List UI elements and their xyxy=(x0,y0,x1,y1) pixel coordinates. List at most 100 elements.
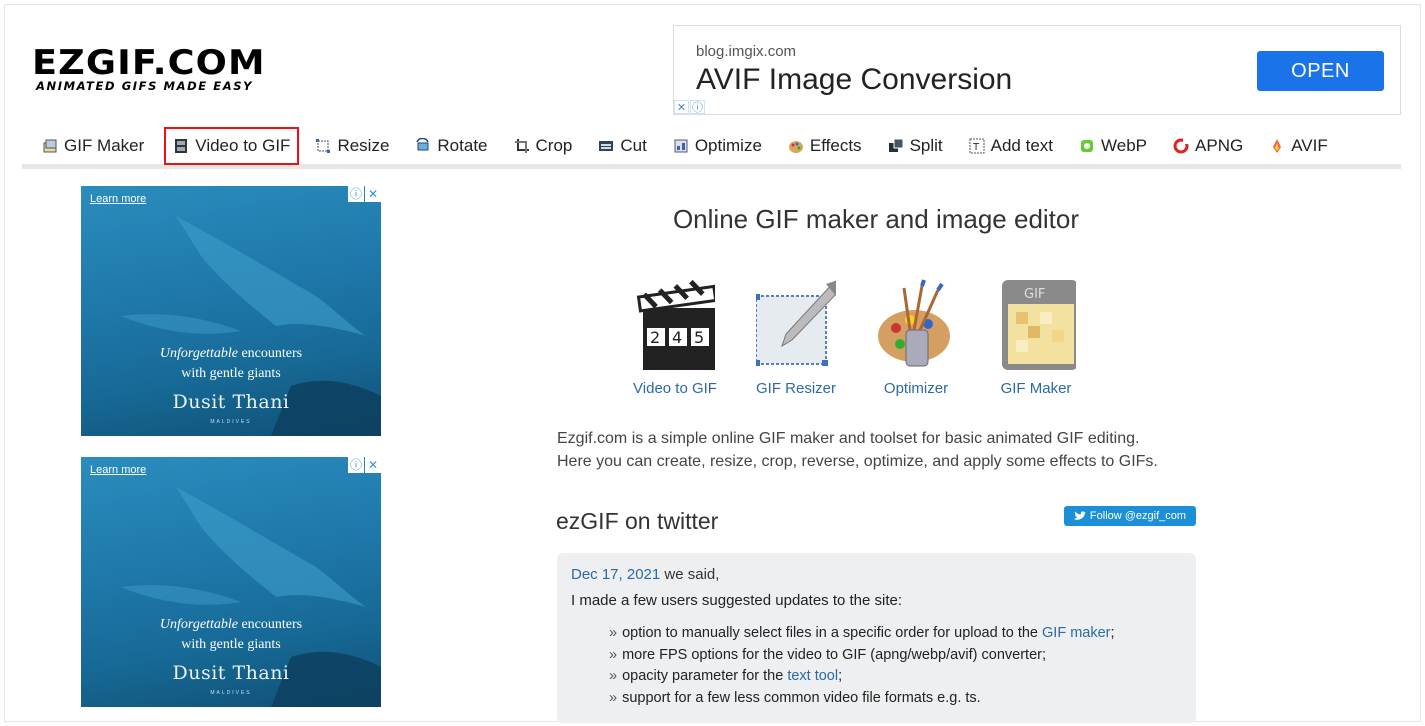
list-item: » opacity parameter for the text tool; xyxy=(609,666,1115,688)
info-icon[interactable]: ⓘ xyxy=(690,100,705,114)
nav-item-add-text[interactable]: T Add text xyxy=(967,127,1063,165)
nav-label: GIF Maker xyxy=(64,135,145,155)
ad-tagline-em: Unforgettable xyxy=(159,617,238,632)
nav-item-avif[interactable]: AVIF xyxy=(1267,127,1338,165)
nav-label: Optimize xyxy=(694,135,762,155)
list-item: » option to manually select files in a sp… xyxy=(609,623,1115,645)
ad-tagline-2: with gentle giants xyxy=(181,637,281,652)
ad-tagline-rest: encounters xyxy=(237,346,303,361)
gif-stack-icon: GIF xyxy=(1002,280,1076,370)
nav-label: Split xyxy=(909,135,943,155)
follow-label: Follow @ezgif_com xyxy=(1089,510,1187,522)
tweet-body: I made a few users suggested updates to … xyxy=(571,592,903,609)
tweet-card: Dec 17, 2021 we said, I made a few users… xyxy=(557,553,1196,723)
tool-label[interactable]: Optimizer xyxy=(861,380,971,397)
svg-text:T: T xyxy=(972,142,980,153)
nav-item-gif-maker[interactable]: GIF Maker xyxy=(40,127,154,165)
gif-maker-link[interactable]: GIF maker xyxy=(1042,625,1110,641)
learn-more-link[interactable]: Learn more xyxy=(90,193,146,205)
avif-icon xyxy=(1269,138,1285,154)
twitter-heading: ezGIF on twitter xyxy=(556,508,719,534)
intro-line-1: Ezgif.com is a simple online GIF maker a… xyxy=(557,430,1140,447)
twitter-follow-button[interactable]: Follow @ezgif_com xyxy=(1064,506,1196,526)
ad-brand: Dusit Thani xyxy=(172,662,290,684)
tool-label[interactable]: GIF Resizer xyxy=(741,380,851,397)
ad-brand-sub: MALDIVES xyxy=(210,419,252,425)
film-icon xyxy=(173,138,189,154)
ad-title[interactable]: AVIF Image Conversion xyxy=(696,63,1012,97)
page-title: Online GIF maker and image editor xyxy=(672,204,1080,234)
list-text-end: ; xyxy=(1110,625,1115,641)
list-item: » support for a few less common video fil… xyxy=(609,688,1115,710)
rotate-icon xyxy=(415,137,431,154)
tool-label[interactable]: Video to GIF xyxy=(620,380,730,397)
text-tool-link[interactable]: text tool xyxy=(787,668,838,684)
list-text: option to manually select files in a spe… xyxy=(622,625,1043,641)
close-icon[interactable]: ✕ xyxy=(674,100,689,114)
ad-open-button[interactable]: OPEN xyxy=(1257,51,1384,91)
svg-text:GIF: GIF xyxy=(1024,287,1045,302)
bullet-icon: » xyxy=(609,689,618,706)
nav-item-crop[interactable]: Crop xyxy=(512,127,583,165)
tweet-header: Dec 17, 2021 we said, xyxy=(571,566,719,583)
ad-tagline-2: with gentle giants xyxy=(181,366,281,381)
top-banner-ad[interactable]: blog.imgix.com AVIF Image Conversion OPE… xyxy=(673,25,1401,115)
resizer-icon xyxy=(756,280,836,366)
nav-item-webp[interactable]: WebP xyxy=(1077,127,1157,165)
nav-label: WebP xyxy=(1101,135,1148,155)
nav-label: Video to GIF xyxy=(195,135,291,155)
apng-icon xyxy=(1173,138,1189,154)
bullet-icon: » xyxy=(609,668,618,684)
list-text: support for a few less common video file… xyxy=(622,689,981,706)
info-icon[interactable]: ⓘ xyxy=(348,186,364,202)
svg-text:5: 5 xyxy=(694,328,704,347)
close-icon[interactable]: ✕ xyxy=(365,186,381,202)
nav-item-resize[interactable]: Resize xyxy=(313,127,399,165)
nav-label: APNG xyxy=(1195,135,1244,155)
nav-label: Resize xyxy=(337,135,390,155)
ad-brand: Dusit Thani xyxy=(172,391,290,413)
close-icon[interactable]: ✕ xyxy=(365,457,381,473)
nav-label: Cut xyxy=(620,135,647,155)
tool-grid: 2 4 5 Video to GIF GIF Resizer Optimizer… xyxy=(620,276,1100,401)
twitter-bird-icon xyxy=(1073,511,1086,520)
nav-item-cut[interactable]: Cut xyxy=(596,127,656,165)
webp-icon xyxy=(1079,138,1095,154)
nav-item-optimize[interactable]: Optimize xyxy=(671,127,772,165)
crop-icon xyxy=(514,138,530,154)
info-icon[interactable]: ⓘ xyxy=(348,457,364,473)
ad-tagline-1: Unforgettable encounters xyxy=(81,617,381,633)
optimize-icon xyxy=(673,138,689,154)
gif-maker-icon xyxy=(42,138,58,154)
text-icon: T xyxy=(969,138,985,154)
ad-choices[interactable]: ⓘ ✕ xyxy=(348,457,381,473)
logo-wordmark: EZGIF.COM xyxy=(32,43,266,83)
nav-item-apng[interactable]: APNG xyxy=(1171,127,1253,165)
list-text: opacity parameter for the xyxy=(622,668,788,684)
site-logo[interactable]: EZGIF.COM ANIMATED GIFS MADE EASY xyxy=(32,46,265,92)
ad-choices[interactable]: ⓘ ✕ xyxy=(348,186,381,202)
tweet-date-link[interactable]: Dec 17, 2021 xyxy=(571,566,660,583)
ad-choices[interactable]: ✕ ⓘ xyxy=(674,100,705,114)
nav-label: Crop xyxy=(535,135,573,155)
list-text-end: ; xyxy=(838,668,843,684)
list-text: more FPS options for the video to GIF (a… xyxy=(622,646,1046,663)
nav-item-video-to-gif[interactable]: Video to GIF xyxy=(164,126,300,165)
paint-palette-icon xyxy=(878,279,950,367)
intro-line-2: Here you can create, resize, crop, rever… xyxy=(557,453,1158,470)
ad-tagline-1: Unforgettable encounters xyxy=(81,346,381,362)
nav-item-effects[interactable]: Effects xyxy=(786,127,872,165)
ad-tagline-em: Unforgettable xyxy=(159,346,238,361)
nav-label: Rotate xyxy=(437,135,488,155)
bullet-icon: » xyxy=(609,646,618,663)
nav-label: Add text xyxy=(990,135,1054,155)
nav-label: AVIF xyxy=(1291,135,1328,155)
side-ad-2[interactable]: Learn more ⓘ ✕ Unforgettable encounters … xyxy=(81,457,381,707)
ad-brand-sub: MALDIVES xyxy=(210,690,252,696)
tool-label[interactable]: GIF Maker xyxy=(981,380,1091,397)
learn-more-link[interactable]: Learn more xyxy=(90,464,146,476)
resize-icon xyxy=(315,138,331,154)
side-ad-1[interactable]: Learn more ⓘ ✕ Unforgettable encounters … xyxy=(81,186,381,436)
nav-item-split[interactable]: Split xyxy=(886,127,953,165)
nav-item-rotate[interactable]: Rotate xyxy=(413,127,497,165)
